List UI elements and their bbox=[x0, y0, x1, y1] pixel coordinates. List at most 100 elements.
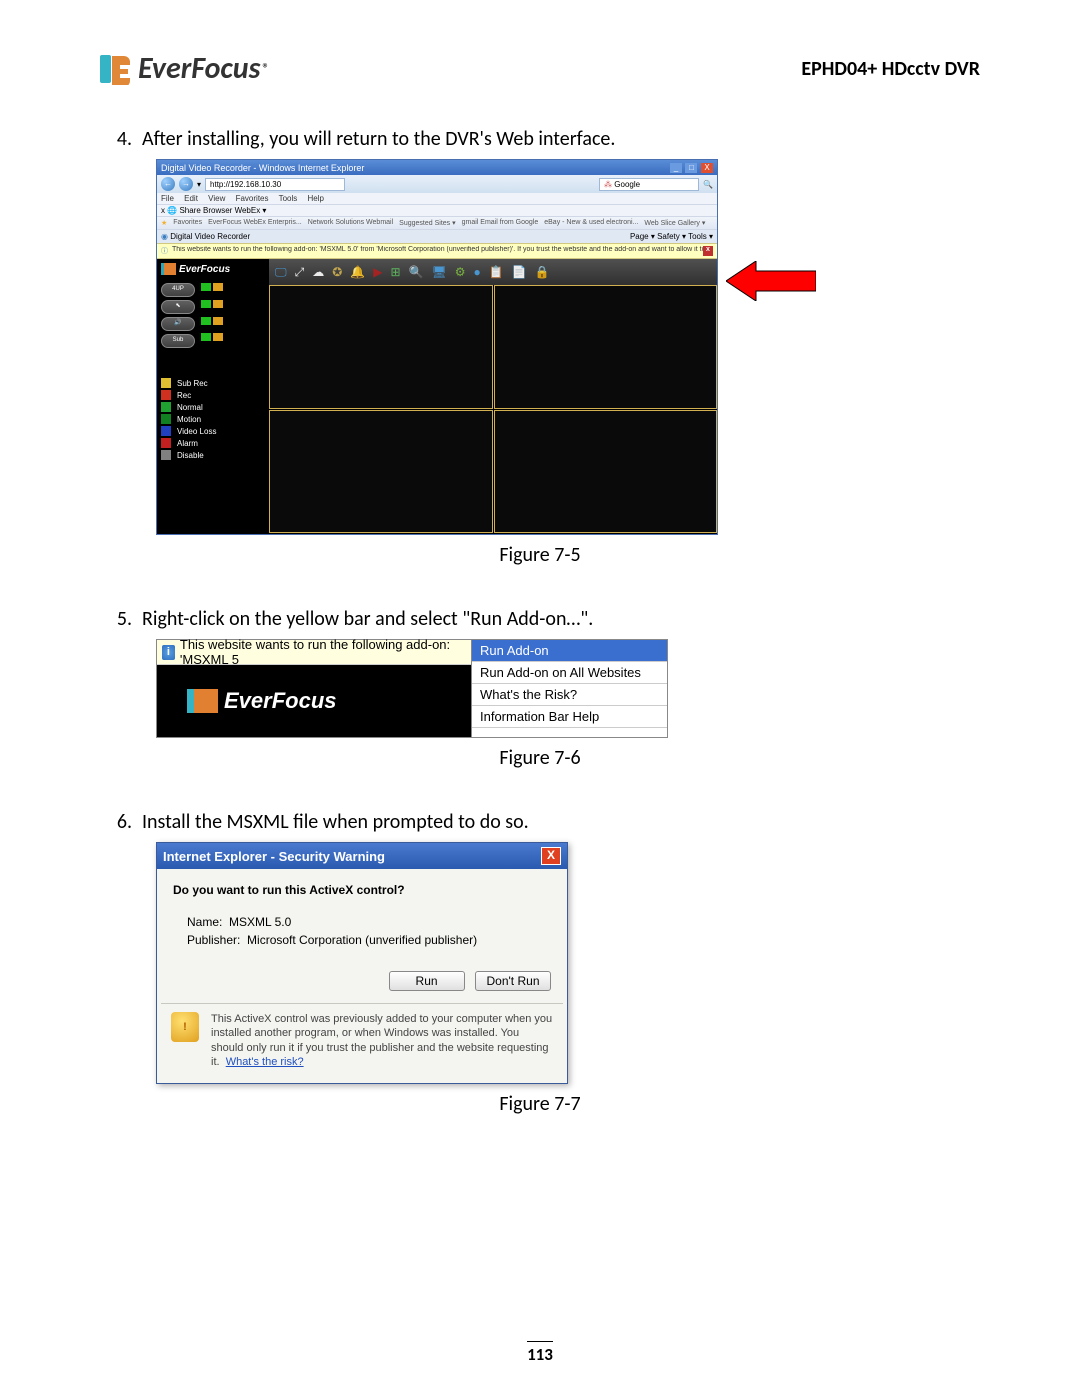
fav-link-2[interactable]: Network Solutions Webmail bbox=[308, 219, 393, 227]
tool-icon[interactable]: ⚙ bbox=[455, 265, 466, 279]
fav-link-5[interactable]: eBay - New & used electroni... bbox=[544, 219, 638, 227]
legend-videoloss: Video Loss bbox=[177, 427, 216, 436]
btn-ptz[interactable]: ⬉ bbox=[161, 300, 195, 314]
menu-infobar-help[interactable]: Information Bar Help bbox=[472, 706, 667, 728]
figure-7-6: i This website wants to run the followin… bbox=[156, 639, 668, 738]
minimize-button[interactable]: _ bbox=[670, 163, 682, 173]
indicator bbox=[201, 333, 211, 341]
tool-icon[interactable]: 🔍 bbox=[409, 265, 424, 279]
tool-icon[interactable]: 📋 bbox=[489, 265, 504, 279]
window-controls: _ □ X bbox=[669, 162, 713, 173]
window-title: Digital Video Recorder - Windows Interne… bbox=[161, 163, 364, 173]
maximize-button[interactable]: □ bbox=[685, 163, 697, 173]
tab-tools[interactable]: Page ▾ Safety ▾ Tools ▾ bbox=[630, 232, 713, 241]
tool-icon[interactable]: ✪ bbox=[332, 265, 342, 279]
infobar-close[interactable]: x bbox=[703, 246, 713, 256]
video-cell-4[interactable] bbox=[494, 410, 718, 534]
dvr-interface: EverFocus 4UP ⬉ 🔊 Sub bbox=[157, 259, 717, 534]
indicator bbox=[213, 333, 223, 341]
dialog-question: Do you want to run this ActiveX control? bbox=[173, 883, 551, 897]
tool-icon[interactable]: ▶ bbox=[373, 265, 382, 279]
page-header: EverFocus ® EPHD04+ HDcctv DVR bbox=[100, 50, 980, 87]
tool-icon[interactable]: ☁ bbox=[312, 265, 324, 279]
search-field[interactable]: ⁂ Google bbox=[599, 178, 699, 191]
fav-link-3[interactable]: Suggested Sites ▾ bbox=[399, 219, 455, 227]
step-text: After installing, you will return to the… bbox=[142, 127, 615, 151]
tool-icon[interactable]: 🔒 bbox=[535, 265, 550, 279]
menu-help[interactable]: Help bbox=[308, 194, 324, 203]
info-bar[interactable]: i This website wants to run the followin… bbox=[157, 640, 471, 665]
url-field[interactable]: http://192.168.10.30 bbox=[205, 178, 345, 191]
fav-link-6[interactable]: Web Slice Gallery ▾ bbox=[644, 219, 705, 227]
fav-link-4[interactable]: gmail Email from Google bbox=[462, 219, 539, 227]
video-cell-2[interactable] bbox=[494, 285, 718, 409]
menu-bar: File Edit View Favorites Tools Help bbox=[157, 193, 717, 204]
tool-icon[interactable]: 🔔 bbox=[350, 265, 365, 279]
forward-button[interactable]: → bbox=[179, 177, 193, 191]
dropdown-icon[interactable]: ▾ bbox=[197, 180, 201, 189]
step-number: 6. bbox=[100, 810, 142, 834]
share-close[interactable]: x bbox=[161, 206, 165, 215]
search-button[interactable]: 🔍 bbox=[703, 180, 713, 189]
step-4: 4. After installing, you will return to … bbox=[100, 127, 980, 151]
share-bar: x 🌐 Share Browser WebEx ▾ bbox=[157, 204, 717, 216]
menu-view[interactable]: View bbox=[208, 194, 225, 203]
menu-edit[interactable]: Edit bbox=[184, 194, 198, 203]
tool-icon[interactable]: ⊞ bbox=[390, 265, 400, 279]
btn-4up[interactable]: 4UP bbox=[161, 283, 195, 297]
dialog-titlebar: Internet Explorer - Security Warning X bbox=[157, 843, 567, 869]
fav-link-1[interactable]: EverFocus WebEx Enterpris... bbox=[208, 219, 302, 227]
back-button[interactable]: ← bbox=[161, 177, 175, 191]
legend-motion: Motion bbox=[177, 415, 201, 424]
info-bar[interactable]: ⓘ This website wants to run the followin… bbox=[157, 243, 717, 259]
tool-icon[interactable]: 🖥 bbox=[431, 265, 446, 279]
step-5: 5. Right-click on the yellow bar and sel… bbox=[100, 607, 980, 631]
tool-icon[interactable]: 🖵 bbox=[275, 265, 287, 280]
legend-rec: Rec bbox=[177, 391, 191, 400]
brand-name: EverFocus bbox=[138, 50, 260, 87]
infobar-text: This website wants to run the following … bbox=[180, 637, 466, 667]
indicator bbox=[213, 300, 223, 308]
menu-whats-risk[interactable]: What's the Risk? bbox=[472, 684, 667, 706]
step-number: 4. bbox=[100, 127, 142, 151]
indicator bbox=[201, 317, 211, 325]
dialog-title: Internet Explorer - Security Warning bbox=[163, 849, 385, 864]
step-6: 6. Install the MSXML file when prompted … bbox=[100, 810, 980, 834]
menu-favorites[interactable]: Favorites bbox=[236, 194, 269, 203]
video-cell-3[interactable] bbox=[269, 410, 493, 534]
menu-run-all[interactable]: Run Add-on on All Websites bbox=[472, 662, 667, 684]
whats-the-risk-link[interactable]: What's the risk? bbox=[226, 1056, 304, 1068]
legend-alarm: Alarm bbox=[177, 439, 198, 448]
dialog-close-button[interactable]: X bbox=[541, 847, 561, 865]
tool-icon[interactable]: ⤢ bbox=[295, 265, 305, 280]
caption-7-5: Figure 7-5 bbox=[100, 543, 980, 567]
btn-sub[interactable]: Sub bbox=[161, 334, 195, 348]
dvr-logo-icon bbox=[161, 263, 176, 275]
dvr-toolbar: 🖵 ⤢ ☁ ✪ 🔔 ▶ ⊞ 🔍 🖥 ⚙ ● 📋 📄 🔒 bbox=[269, 259, 717, 285]
address-bar: ← → ▾ http://192.168.10.30 ⁂ Google 🔍 bbox=[157, 175, 717, 193]
dvr-main: 🖵 ⤢ ☁ ✪ 🔔 ▶ ⊞ 🔍 🖥 ⚙ ● 📋 📄 🔒 bbox=[269, 259, 717, 534]
fav-label: Favorites bbox=[173, 219, 202, 227]
dvr-legend: Sub Rec Rec Normal Motion Video Loss Ala… bbox=[161, 378, 265, 460]
brand-logo: EverFocus ® bbox=[100, 50, 270, 87]
tab-bar: ◉ Digital Video Recorder Page ▾ Safety ▾… bbox=[157, 229, 717, 243]
video-cell-1[interactable] bbox=[269, 285, 493, 409]
caption-7-6: Figure 7-6 bbox=[100, 746, 980, 770]
indicator bbox=[201, 300, 211, 308]
tool-icon[interactable]: 📄 bbox=[512, 265, 527, 279]
page-number: 113 bbox=[0, 1341, 1080, 1365]
tab[interactable]: ◉ Digital Video Recorder bbox=[161, 232, 250, 241]
tool-icon[interactable]: ● bbox=[473, 265, 480, 279]
info-icon: ⓘ bbox=[161, 246, 168, 256]
menu-tools[interactable]: Tools bbox=[279, 194, 298, 203]
menu-run-addon[interactable]: Run Add-on bbox=[472, 640, 667, 662]
red-arrow-annotation bbox=[726, 261, 816, 301]
btn-audio[interactable]: 🔊 bbox=[161, 317, 195, 331]
run-button[interactable]: Run bbox=[389, 971, 465, 991]
close-button[interactable]: X bbox=[701, 163, 713, 173]
share-label[interactable]: Share Browser WebEx ▾ bbox=[179, 206, 266, 215]
dvr-logo: EverFocus bbox=[161, 263, 265, 275]
menu-file[interactable]: File bbox=[161, 194, 174, 203]
dont-run-button[interactable]: Don't Run bbox=[475, 971, 551, 991]
star-icon[interactable]: ★ bbox=[161, 219, 167, 227]
